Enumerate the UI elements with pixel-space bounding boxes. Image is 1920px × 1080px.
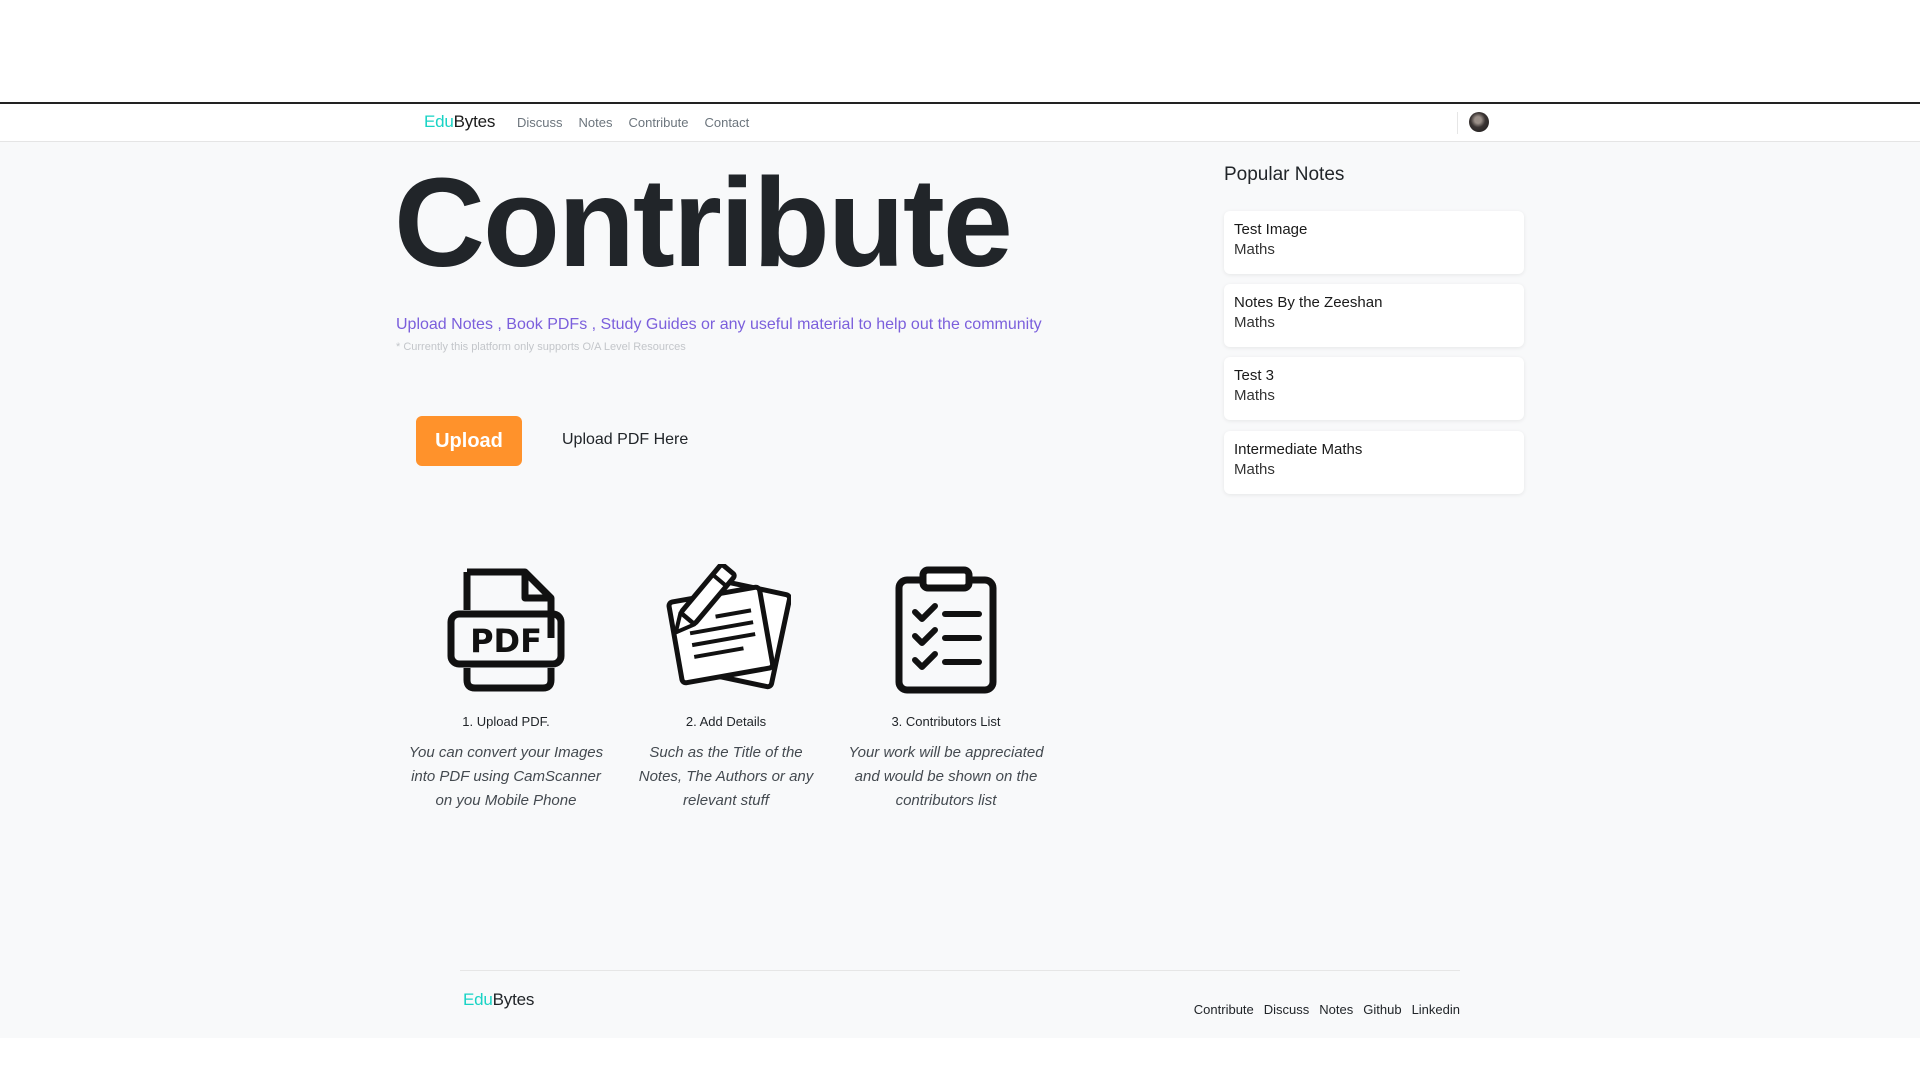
footer-link-discuss[interactable]: Discuss [1264,1002,1310,1017]
step-title: 3. Contributors List [891,714,1001,729]
note-title: Notes By the Zeeshan [1234,294,1383,311]
page: EduBytes Discuss Notes Contribute Contac… [0,102,1920,1038]
note-card[interactable]: Test Image Maths [1224,211,1524,274]
page-subtitle: Upload Notes , Book PDFs , Study Guides … [396,316,1042,333]
brand-edu: Edu [424,112,454,131]
brand-edu: Edu [463,990,493,1009]
step-description: Such as the Title of the Notes, The Auth… [638,744,814,809]
footer-link-notes[interactable]: Notes [1319,1002,1353,1017]
user-avatar[interactable] [1469,112,1489,132]
nav-link-contact[interactable]: Contact [704,115,749,130]
note-card[interactable]: Test 3 Maths [1224,357,1524,420]
nav-links: Discuss Notes Contribute Contact [517,115,749,130]
step-description: Your work will be appreciated and would … [848,744,1044,809]
svg-text:PDF: PDF [470,622,542,660]
footer-link-contribute[interactable]: Contribute [1194,1002,1254,1017]
pencil-paper-icon [661,562,793,694]
nav-link-discuss[interactable]: Discuss [517,115,563,130]
note-subject: Maths [1234,387,1275,404]
popular-notes-title: Popular Notes [1224,164,1345,185]
note-card[interactable]: Notes By the Zeeshan Maths [1224,284,1524,347]
step-upload-pdf: PDF 1. Upload PDF. You can convert your … [406,564,606,813]
note-title: Test 3 [1234,367,1275,384]
note-subject: Maths [1234,314,1275,331]
platform-note: * Currently this platform only supports … [396,341,686,353]
note-title: Intermediate Maths [1234,441,1363,458]
footer-link-linkedin[interactable]: Linkedin [1412,1002,1460,1017]
navbar: EduBytes Discuss Notes Contribute Contac… [0,104,1920,142]
step-title: 2. Add Details [685,714,767,729]
note-card[interactable]: Intermediate Maths Maths [1224,431,1524,494]
upload-label: Upload PDF Here [562,431,689,448]
brand-bytes: Bytes [453,112,496,131]
step-description: You can convert your Images into PDF usi… [408,744,604,809]
nav-link-notes[interactable]: Notes [579,115,613,130]
footer-links: Contribute Discuss Notes Github Linkedin [1194,1002,1460,1017]
note-subject: Maths [1234,461,1275,478]
navbar-brand[interactable]: EduBytes [424,112,495,132]
step-add-details: 2. Add Details Such as the Title of the … [626,562,826,813]
pdf-file-icon: PDF [441,564,571,694]
nav-link-contribute[interactable]: Contribute [628,115,688,130]
note-title: Test Image [1234,221,1308,238]
note-subject: Maths [1234,241,1275,258]
step-title: 1. Upload PDF. [462,714,550,729]
footer-brand[interactable]: EduBytes [463,990,534,1010]
page-title: Contribute [394,152,1013,293]
checklist-clipboard-icon [881,564,1011,694]
footer-divider [460,970,1460,971]
footer-link-github[interactable]: Github [1363,1002,1401,1017]
upload-button[interactable]: Upload [416,416,522,466]
brand-bytes: Bytes [492,990,535,1009]
nav-divider [1457,112,1458,134]
step-contributors-list: 3. Contributors List Your work will be a… [846,564,1046,813]
